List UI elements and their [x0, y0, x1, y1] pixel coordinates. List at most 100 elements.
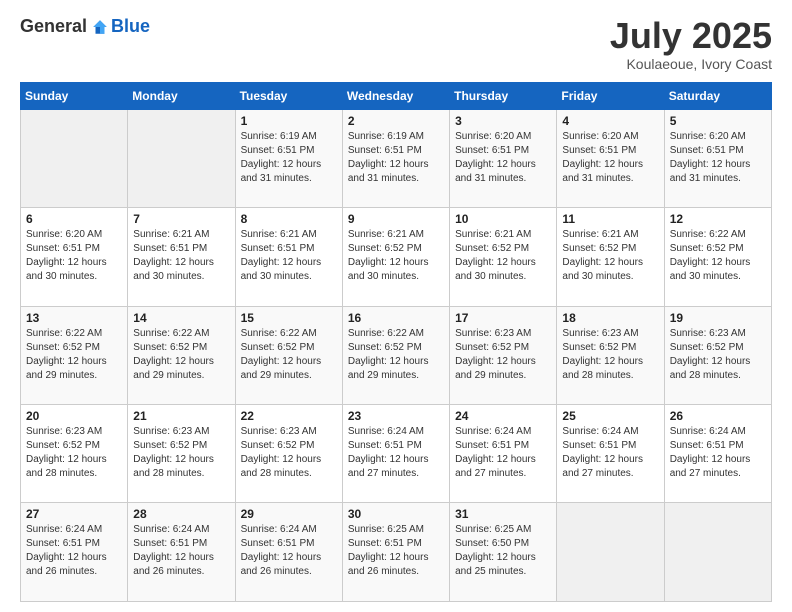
day-number: 5: [670, 114, 766, 128]
calendar-cell: 5 Sunrise: 6:20 AMSunset: 6:51 PMDaylight…: [664, 109, 771, 207]
calendar-week-row: 13 Sunrise: 6:22 AMSunset: 6:52 PMDayligh…: [21, 306, 772, 404]
day-number: 16: [348, 311, 444, 325]
day-info: Sunrise: 6:22 AMSunset: 6:52 PMDaylight:…: [670, 228, 766, 284]
calendar-cell: 21Sunrise: 6:23 AMSunset: 6:52 PMDayligh…: [128, 405, 235, 503]
day-number: 15: [241, 311, 337, 325]
day-info: Sunrise: 6:24 AMSunset: 6:51 PMDaylight:…: [348, 425, 444, 481]
calendar-cell: 26 Sunrise: 6:24 AMSunset: 6:51 PMDayligh…: [664, 405, 771, 503]
day-number: 22: [241, 409, 337, 423]
day-info: Sunrise: 6:22 AMSunset: 6:52 PMDaylight:…: [241, 327, 337, 383]
calendar-cell: 13 Sunrise: 6:22 AMSunset: 6:52 PMDayligh…: [21, 306, 128, 404]
day-info: Sunrise: 6:23 AMSunset: 6:52 PMDaylight:…: [670, 327, 766, 383]
calendar-cell: 15 Sunrise: 6:22 AMSunset: 6:52 PMDayligh…: [235, 306, 342, 404]
calendar-cell: 2Sunrise: 6:19 AMSunset: 6:51 PMDaylight…: [342, 109, 449, 207]
logo: General Blue: [20, 16, 150, 37]
day-number: 12: [670, 212, 766, 226]
day-number: 29: [241, 507, 337, 521]
day-info: Sunrise: 6:24 AMSunset: 6:51 PMDaylight:…: [26, 523, 122, 579]
day-number: 1: [241, 114, 337, 128]
day-info: Sunrise: 6:20 AMSunset: 6:51 PMDaylight:…: [670, 130, 766, 186]
calendar-cell: 23 Sunrise: 6:24 AMSunset: 6:51 PMDayligh…: [342, 405, 449, 503]
logo-general-text: General: [20, 16, 87, 37]
day-number: 4: [562, 114, 658, 128]
calendar-cell: 14 Sunrise: 6:22 AMSunset: 6:52 PMDayligh…: [128, 306, 235, 404]
day-info: Sunrise: 6:22 AMSunset: 6:52 PMDaylight:…: [26, 327, 122, 383]
day-number: 20: [26, 409, 122, 423]
day-number: 2: [348, 114, 444, 128]
day-number: 27: [26, 507, 122, 521]
calendar-cell: 16 Sunrise: 6:22 AMSunset: 6:52 PMDayligh…: [342, 306, 449, 404]
day-number: 7: [133, 212, 229, 226]
header: General Blue July 2025 Koulaeoue, Ivory …: [20, 16, 772, 72]
day-info: Sunrise: 6:21 AMSunset: 6:51 PMDaylight:…: [241, 228, 337, 284]
day-info: Sunrise: 6:24 AMSunset: 6:51 PMDaylight:…: [562, 425, 658, 481]
calendar-cell: 27 Sunrise: 6:24 AMSunset: 6:51 PMDayligh…: [21, 503, 128, 602]
day-info: Sunrise: 6:23 AMSunset: 6:52 PMDaylight:…: [241, 425, 337, 481]
day-number: 13: [26, 311, 122, 325]
day-info: Sunrise: 6:25 AMSunset: 6:50 PMDaylight:…: [455, 523, 551, 579]
calendar-cell: 6 Sunrise: 6:20 AMSunset: 6:51 PMDaylight…: [21, 208, 128, 306]
day-number: 3: [455, 114, 551, 128]
calendar-cell: 31 Sunrise: 6:25 AMSunset: 6:50 PMDayligh…: [450, 503, 557, 602]
logo-blue-text: Blue: [111, 16, 150, 37]
calendar-cell: 20 Sunrise: 6:23 AMSunset: 6:52 PMDayligh…: [21, 405, 128, 503]
calendar-cell: 28Sunrise: 6:24 AMSunset: 6:51 PMDayligh…: [128, 503, 235, 602]
day-number: 10: [455, 212, 551, 226]
day-info: Sunrise: 6:21 AMSunset: 6:52 PMDaylight:…: [455, 228, 551, 284]
day-number: 23: [348, 409, 444, 423]
calendar-cell: 9Sunrise: 6:21 AMSunset: 6:52 PMDaylight…: [342, 208, 449, 306]
calendar: SundayMondayTuesdayWednesdayThursdayFrid…: [20, 82, 772, 602]
title-section: July 2025 Koulaeoue, Ivory Coast: [610, 16, 772, 72]
day-number: 30: [348, 507, 444, 521]
calendar-cell: [21, 109, 128, 207]
location-title: Koulaeoue, Ivory Coast: [610, 56, 772, 72]
day-info: Sunrise: 6:20 AMSunset: 6:51 PMDaylight:…: [26, 228, 122, 284]
calendar-cell: 25 Sunrise: 6:24 AMSunset: 6:51 PMDayligh…: [557, 405, 664, 503]
day-info: Sunrise: 6:24 AMSunset: 6:51 PMDaylight:…: [670, 425, 766, 481]
calendar-cell: 4Sunrise: 6:20 AMSunset: 6:51 PMDaylight…: [557, 109, 664, 207]
day-number: 8: [241, 212, 337, 226]
day-number: 6: [26, 212, 122, 226]
calendar-week-row: 27 Sunrise: 6:24 AMSunset: 6:51 PMDayligh…: [21, 503, 772, 602]
day-number: 31: [455, 507, 551, 521]
day-info: Sunrise: 6:23 AMSunset: 6:52 PMDaylight:…: [562, 327, 658, 383]
calendar-cell: 22 Sunrise: 6:23 AMSunset: 6:52 PMDayligh…: [235, 405, 342, 503]
calendar-cell: 1Sunrise: 6:19 AMSunset: 6:51 PMDaylight…: [235, 109, 342, 207]
calendar-cell: 10 Sunrise: 6:21 AMSunset: 6:52 PMDayligh…: [450, 208, 557, 306]
calendar-cell: 7 Sunrise: 6:21 AMSunset: 6:51 PMDaylight…: [128, 208, 235, 306]
day-info: Sunrise: 6:24 AMSunset: 6:51 PMDaylight:…: [241, 523, 337, 579]
calendar-cell: [557, 503, 664, 602]
day-number: 24: [455, 409, 551, 423]
calendar-cell: 11Sunrise: 6:21 AMSunset: 6:52 PMDayligh…: [557, 208, 664, 306]
weekday-header: Friday: [557, 82, 664, 109]
day-number: 11: [562, 212, 658, 226]
calendar-week-row: 6 Sunrise: 6:20 AMSunset: 6:51 PMDaylight…: [21, 208, 772, 306]
page: General Blue July 2025 Koulaeoue, Ivory …: [0, 0, 792, 612]
calendar-cell: [128, 109, 235, 207]
day-info: Sunrise: 6:23 AMSunset: 6:52 PMDaylight:…: [26, 425, 122, 481]
calendar-cell: 30 Sunrise: 6:25 AMSunset: 6:51 PMDayligh…: [342, 503, 449, 602]
day-info: Sunrise: 6:22 AMSunset: 6:52 PMDaylight:…: [348, 327, 444, 383]
weekday-header: Wednesday: [342, 82, 449, 109]
day-info: Sunrise: 6:22 AMSunset: 6:52 PMDaylight:…: [133, 327, 229, 383]
day-info: Sunrise: 6:21 AMSunset: 6:52 PMDaylight:…: [348, 228, 444, 284]
weekday-header: Saturday: [664, 82, 771, 109]
calendar-cell: 17Sunrise: 6:23 AMSunset: 6:52 PMDayligh…: [450, 306, 557, 404]
calendar-cell: 12 Sunrise: 6:22 AMSunset: 6:52 PMDayligh…: [664, 208, 771, 306]
calendar-header-row: SundayMondayTuesdayWednesdayThursdayFrid…: [21, 82, 772, 109]
day-info: Sunrise: 6:21 AMSunset: 6:51 PMDaylight:…: [133, 228, 229, 284]
calendar-cell: 18 Sunrise: 6:23 AMSunset: 6:52 PMDayligh…: [557, 306, 664, 404]
day-number: 14: [133, 311, 229, 325]
calendar-cell: 24 Sunrise: 6:24 AMSunset: 6:51 PMDayligh…: [450, 405, 557, 503]
day-number: 25: [562, 409, 658, 423]
calendar-cell: [664, 503, 771, 602]
day-info: Sunrise: 6:24 AMSunset: 6:51 PMDaylight:…: [455, 425, 551, 481]
day-number: 18: [562, 311, 658, 325]
day-number: 26: [670, 409, 766, 423]
calendar-cell: 8 Sunrise: 6:21 AMSunset: 6:51 PMDaylight…: [235, 208, 342, 306]
weekday-header: Tuesday: [235, 82, 342, 109]
calendar-cell: 3 Sunrise: 6:20 AMSunset: 6:51 PMDaylight…: [450, 109, 557, 207]
day-info: Sunrise: 6:20 AMSunset: 6:51 PMDaylight:…: [455, 130, 551, 186]
day-info: Sunrise: 6:25 AMSunset: 6:51 PMDaylight:…: [348, 523, 444, 579]
day-number: 17: [455, 311, 551, 325]
